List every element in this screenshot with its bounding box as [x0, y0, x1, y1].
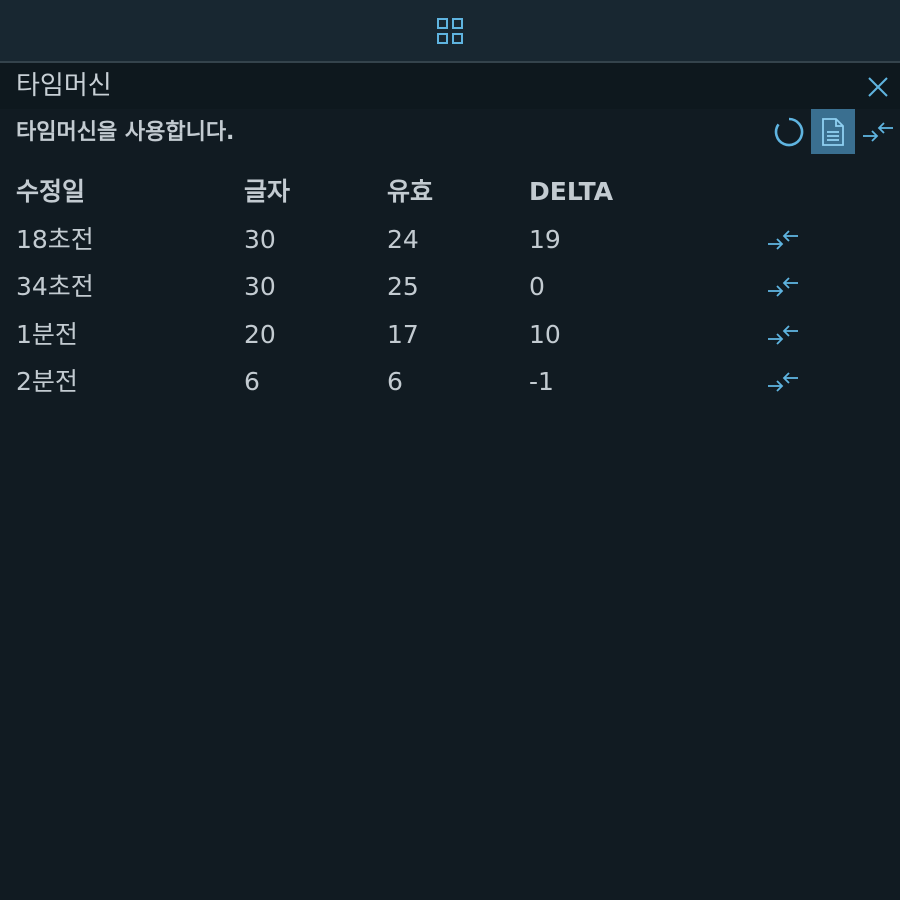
table-row[interactable]: 1분전 20 17 10 — [0, 313, 900, 361]
history-table: 수정일 글자 유효 DELTA 18초전 30 24 19 34초전 30 25… — [0, 170, 900, 408]
delta-cell: 10 — [529, 319, 561, 349]
panel-header: 타임머신 — [0, 63, 900, 109]
modified-cell: 18초전 — [16, 224, 94, 254]
column-header-chars: 글자 — [244, 177, 291, 206]
chars-cell: 20 — [244, 319, 276, 349]
column-header-modified: 수정일 — [16, 177, 86, 206]
delta-cell: 19 — [529, 224, 561, 254]
valid-cell: 25 — [387, 272, 419, 301]
table-row[interactable]: 2분전 6 6 -1 — [0, 360, 900, 408]
column-header-valid: 유효 — [387, 177, 434, 206]
table-row[interactable]: 34초전 30 25 0 — [0, 265, 900, 313]
document-icon — [820, 117, 846, 147]
panel-title: 타임머신 — [16, 71, 112, 101]
refresh-circle-icon — [774, 117, 804, 147]
valid-cell: 24 — [387, 224, 419, 254]
table-header: 수정일 글자 유효 DELTA — [0, 170, 900, 218]
compare-arrows-icon — [861, 118, 895, 146]
compare-button[interactable] — [856, 109, 900, 154]
modified-cell: 34초전 — [16, 272, 94, 301]
table-row[interactable]: 18초전 30 24 19 — [0, 218, 900, 266]
document-button[interactable] — [811, 109, 855, 154]
close-icon[interactable] — [864, 73, 892, 101]
delta-cell: -1 — [529, 367, 554, 396]
grid-icon[interactable] — [436, 17, 464, 45]
modified-cell: 2분전 — [16, 367, 78, 396]
panel-description: 타임머신을 사용합니다. — [16, 120, 235, 145]
delta-cell: 0 — [529, 272, 545, 301]
compare-arrows-icon[interactable] — [766, 368, 800, 396]
compare-arrows-icon[interactable] — [766, 226, 800, 254]
chars-cell: 6 — [244, 367, 260, 396]
chars-cell: 30 — [244, 272, 276, 301]
valid-cell: 17 — [387, 319, 419, 349]
valid-cell: 6 — [387, 367, 403, 396]
compare-arrows-icon[interactable] — [766, 273, 800, 301]
chars-cell: 30 — [244, 224, 276, 254]
compare-arrows-icon[interactable] — [766, 321, 800, 349]
top-bar — [0, 0, 900, 63]
refresh-button[interactable] — [767, 109, 811, 154]
modified-cell: 1분전 — [16, 319, 78, 349]
column-header-delta: DELTA — [529, 177, 614, 206]
